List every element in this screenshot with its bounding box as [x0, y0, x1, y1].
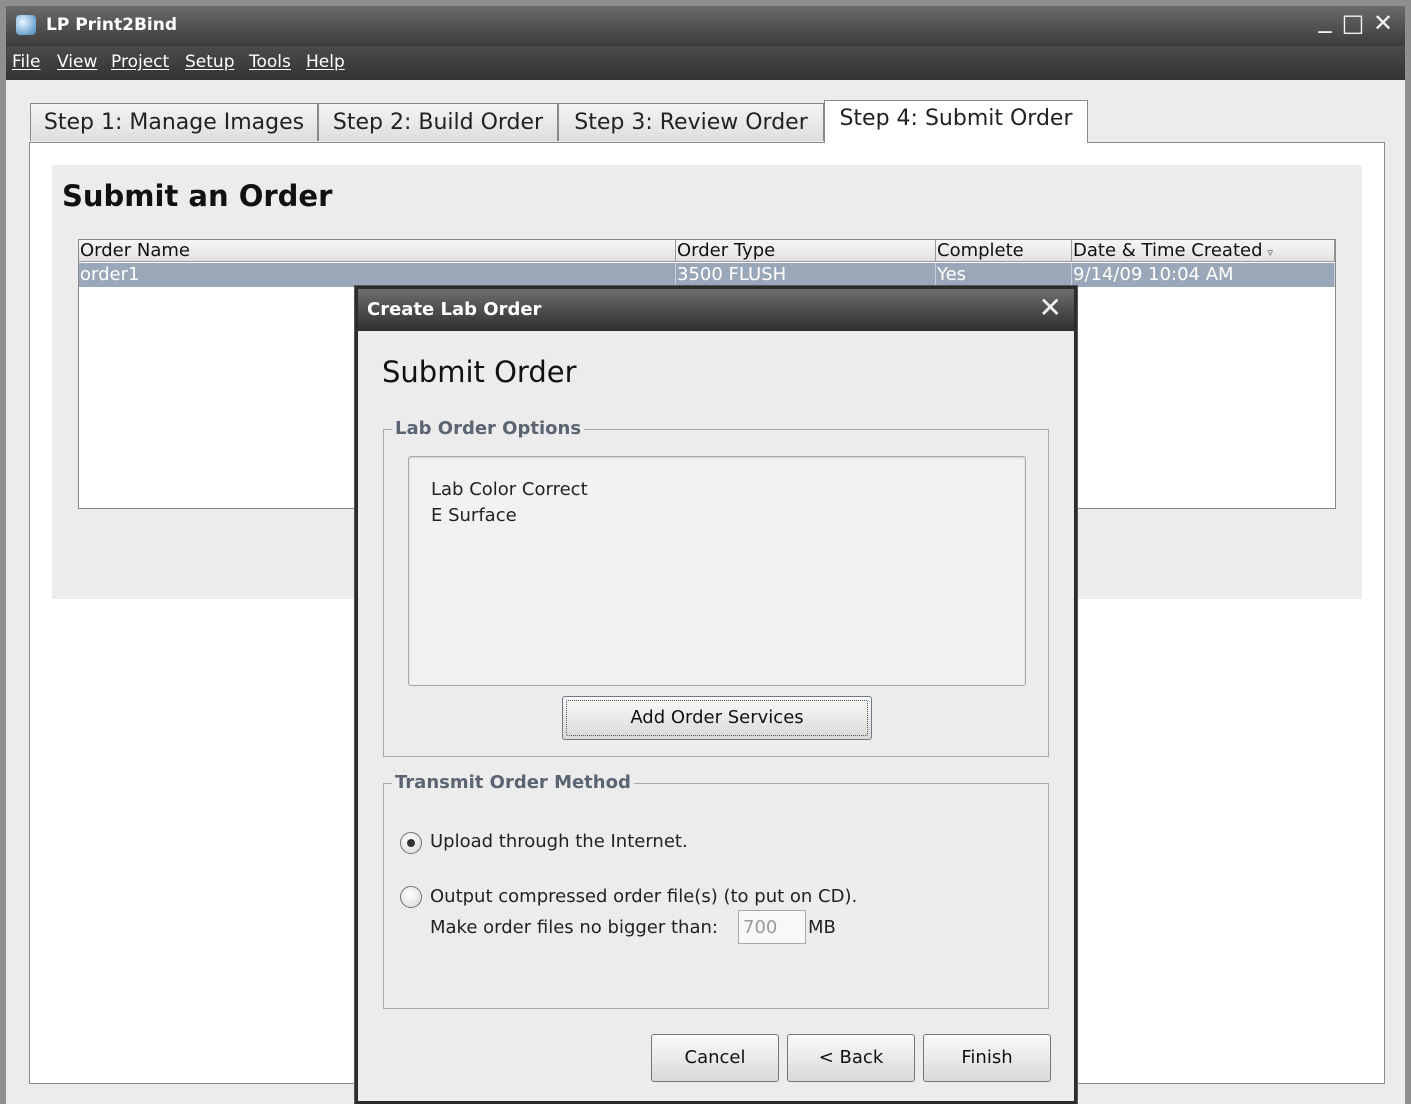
title-bar[interactable]: LP Print2Bind _ □ ✕ [6, 6, 1405, 46]
list-item[interactable]: E Surface [431, 505, 517, 526]
menu-help[interactable]: Help [306, 52, 345, 72]
upload-radio-label[interactable]: Upload through the Internet. [430, 831, 688, 852]
cell-date-created: 9/14/09 10:04 AM [1072, 263, 1335, 287]
lab-order-options-group: Lab Order Options Lab Color Correct E Su… [383, 418, 1049, 757]
size-unit-label: MB [808, 917, 836, 938]
output-cd-radio[interactable] [400, 886, 422, 908]
finish-button[interactable]: Finish [923, 1034, 1051, 1082]
transmit-order-method-group: Transmit Order Method Upload through the… [383, 772, 1049, 1009]
app-title: LP Print2Bind [46, 15, 177, 35]
page-title: Submit an Order [62, 179, 333, 213]
cell-order-name: order1 [79, 263, 676, 287]
app-icon [16, 15, 36, 35]
menu-view[interactable]: View [57, 52, 97, 72]
menu-project[interactable]: Project [111, 52, 169, 72]
output-cd-radio-label[interactable]: Output compressed order file(s) (to put … [430, 886, 857, 907]
column-header-order-type[interactable]: Order Type [676, 240, 936, 262]
focus-ring [566, 700, 868, 736]
radio-selected-dot [407, 839, 415, 847]
dialog-heading: Submit Order [382, 355, 577, 389]
back-button[interactable]: < Back [787, 1034, 915, 1082]
add-order-services-button[interactable]: Add Order Services [562, 696, 872, 740]
tab-manage-images[interactable]: Step 1: Manage Images [30, 103, 318, 141]
menu-setup[interactable]: Setup [185, 52, 234, 72]
order-services-list[interactable]: Lab Color Correct E Surface [408, 456, 1026, 686]
list-item[interactable]: Lab Color Correct [431, 479, 588, 500]
maximize-icon[interactable]: □ [1340, 10, 1366, 36]
create-lab-order-dialog: Create Lab Order ✕ Submit Order Lab Orde… [355, 286, 1077, 1104]
column-header-order-name[interactable]: Order Name [79, 240, 676, 262]
cell-order-type: 3500 FLUSH [676, 263, 936, 287]
transmit-order-method-legend: Transmit Order Method [392, 772, 634, 793]
lab-order-options-legend: Lab Order Options [392, 418, 585, 439]
close-icon[interactable]: ✕ [1370, 10, 1396, 36]
column-header-complete[interactable]: Complete [936, 240, 1072, 262]
menu-file[interactable]: File [12, 52, 40, 72]
column-header-date-created[interactable]: Date & Time Created ▿ [1072, 240, 1335, 262]
tab-build-order[interactable]: Step 2: Build Order [318, 103, 558, 141]
upload-radio[interactable] [400, 832, 422, 854]
minimize-icon[interactable]: _ [1312, 6, 1338, 32]
dialog-title-bar[interactable]: Create Lab Order ✕ [358, 289, 1074, 331]
dialog-close-icon[interactable]: ✕ [1039, 293, 1062, 323]
tab-submit-order[interactable]: Step 4: Submit Order [824, 100, 1088, 143]
cell-complete: Yes [936, 263, 1072, 287]
column-header-date-label: Date & Time Created [1073, 240, 1263, 261]
cancel-button[interactable]: Cancel [651, 1034, 779, 1082]
sort-descending-icon: ▿ [1267, 246, 1274, 259]
tab-review-order[interactable]: Step 3: Review Order [558, 103, 824, 141]
menu-tools[interactable]: Tools [249, 52, 291, 72]
table-row[interactable]: order1 3500 FLUSH Yes 9/14/09 10:04 AM [79, 263, 1335, 287]
max-file-size-input[interactable] [738, 910, 806, 944]
menu-bar: File View Project Setup Tools Help [6, 46, 1405, 80]
dialog-title: Create Lab Order [367, 299, 542, 320]
size-limit-label: Make order files no bigger than: [430, 917, 718, 938]
